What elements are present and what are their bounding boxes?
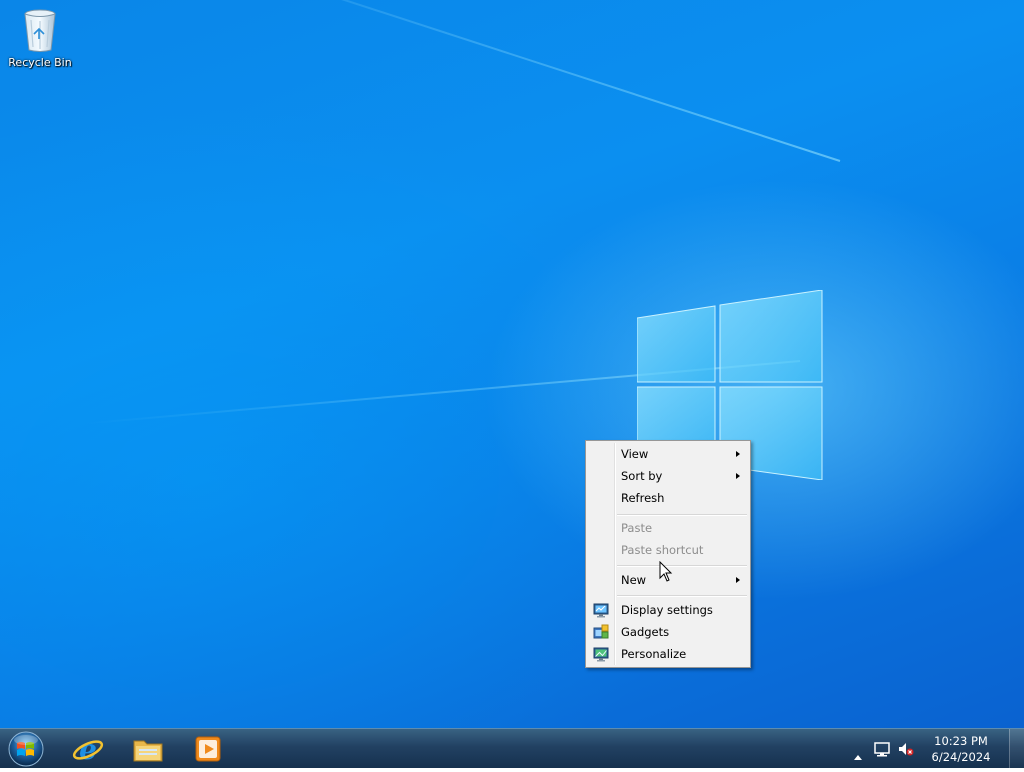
volume-muted-icon[interactable]	[898, 741, 914, 761]
submenu-arrow-icon	[736, 473, 740, 479]
taskbar-file-explorer[interactable]	[120, 731, 176, 767]
network-icon[interactable]	[874, 741, 890, 761]
mouse-cursor	[659, 560, 673, 583]
taskbar: e 10:23 PM 6/24/2024	[0, 728, 1024, 769]
menu-item-view[interactable]: View	[588, 443, 748, 465]
start-orb-icon	[8, 731, 44, 767]
menu-separator	[617, 595, 747, 597]
folder-icon	[133, 740, 163, 762]
internet-explorer-icon: e	[72, 733, 104, 765]
clock-date[interactable]: 6/24/2024	[926, 750, 996, 764]
menu-item-gadgets[interactable]: Gadgets	[588, 621, 748, 643]
personalize-icon	[593, 646, 609, 662]
taskbar-internet-explorer[interactable]: e	[60, 731, 116, 767]
system-tray: 10:23 PM 6/24/2024	[854, 729, 1024, 769]
submenu-arrow-icon	[736, 577, 740, 583]
menu-item-personalize[interactable]: Personalize	[588, 643, 748, 665]
light-beam	[154, 0, 841, 162]
desktop-context-menu: View Sort by Refresh Paste Paste shortcu…	[585, 440, 751, 668]
menu-item-refresh[interactable]: Refresh	[588, 487, 748, 509]
menu-item-paste-shortcut: Paste shortcut	[588, 539, 748, 561]
menu-item-label: Paste shortcut	[621, 543, 704, 557]
display-settings-icon	[593, 602, 609, 618]
menu-item-label: Display settings	[621, 603, 713, 617]
menu-item-label: Personalize	[621, 647, 687, 661]
menu-item-display-settings[interactable]: Display settings	[588, 599, 748, 621]
menu-item-label: New	[621, 573, 647, 587]
menu-item-sort-by[interactable]: Sort by	[588, 465, 748, 487]
show-desktop-button[interactable]	[1009, 729, 1024, 769]
gadgets-icon	[593, 624, 609, 640]
menu-item-label: Refresh	[621, 491, 665, 505]
media-player-icon	[195, 736, 221, 762]
recycle-bin-icon	[16, 6, 64, 54]
recycle-bin-shortcut[interactable]: Recycle Bin	[4, 6, 76, 69]
menu-item-label: Paste	[621, 521, 653, 535]
clock-time[interactable]: 10:23 PM	[926, 734, 996, 748]
desktop[interactable]: Recycle Bin View Sort by Refresh Paste P…	[0, 0, 1024, 728]
menu-separator	[617, 565, 747, 567]
menu-separator	[617, 514, 747, 516]
menu-item-label: View	[621, 447, 649, 461]
recycle-bin-label: Recycle Bin	[8, 56, 72, 69]
taskbar-media-player[interactable]	[180, 731, 236, 767]
svg-text:e: e	[79, 733, 97, 765]
menu-item-label: Sort by	[621, 469, 663, 483]
submenu-arrow-icon	[736, 451, 740, 457]
start-button[interactable]	[4, 730, 48, 768]
menu-item-paste: Paste	[588, 517, 748, 539]
show-hidden-icons-arrow[interactable]	[854, 745, 862, 764]
menu-item-label: Gadgets	[621, 625, 670, 639]
